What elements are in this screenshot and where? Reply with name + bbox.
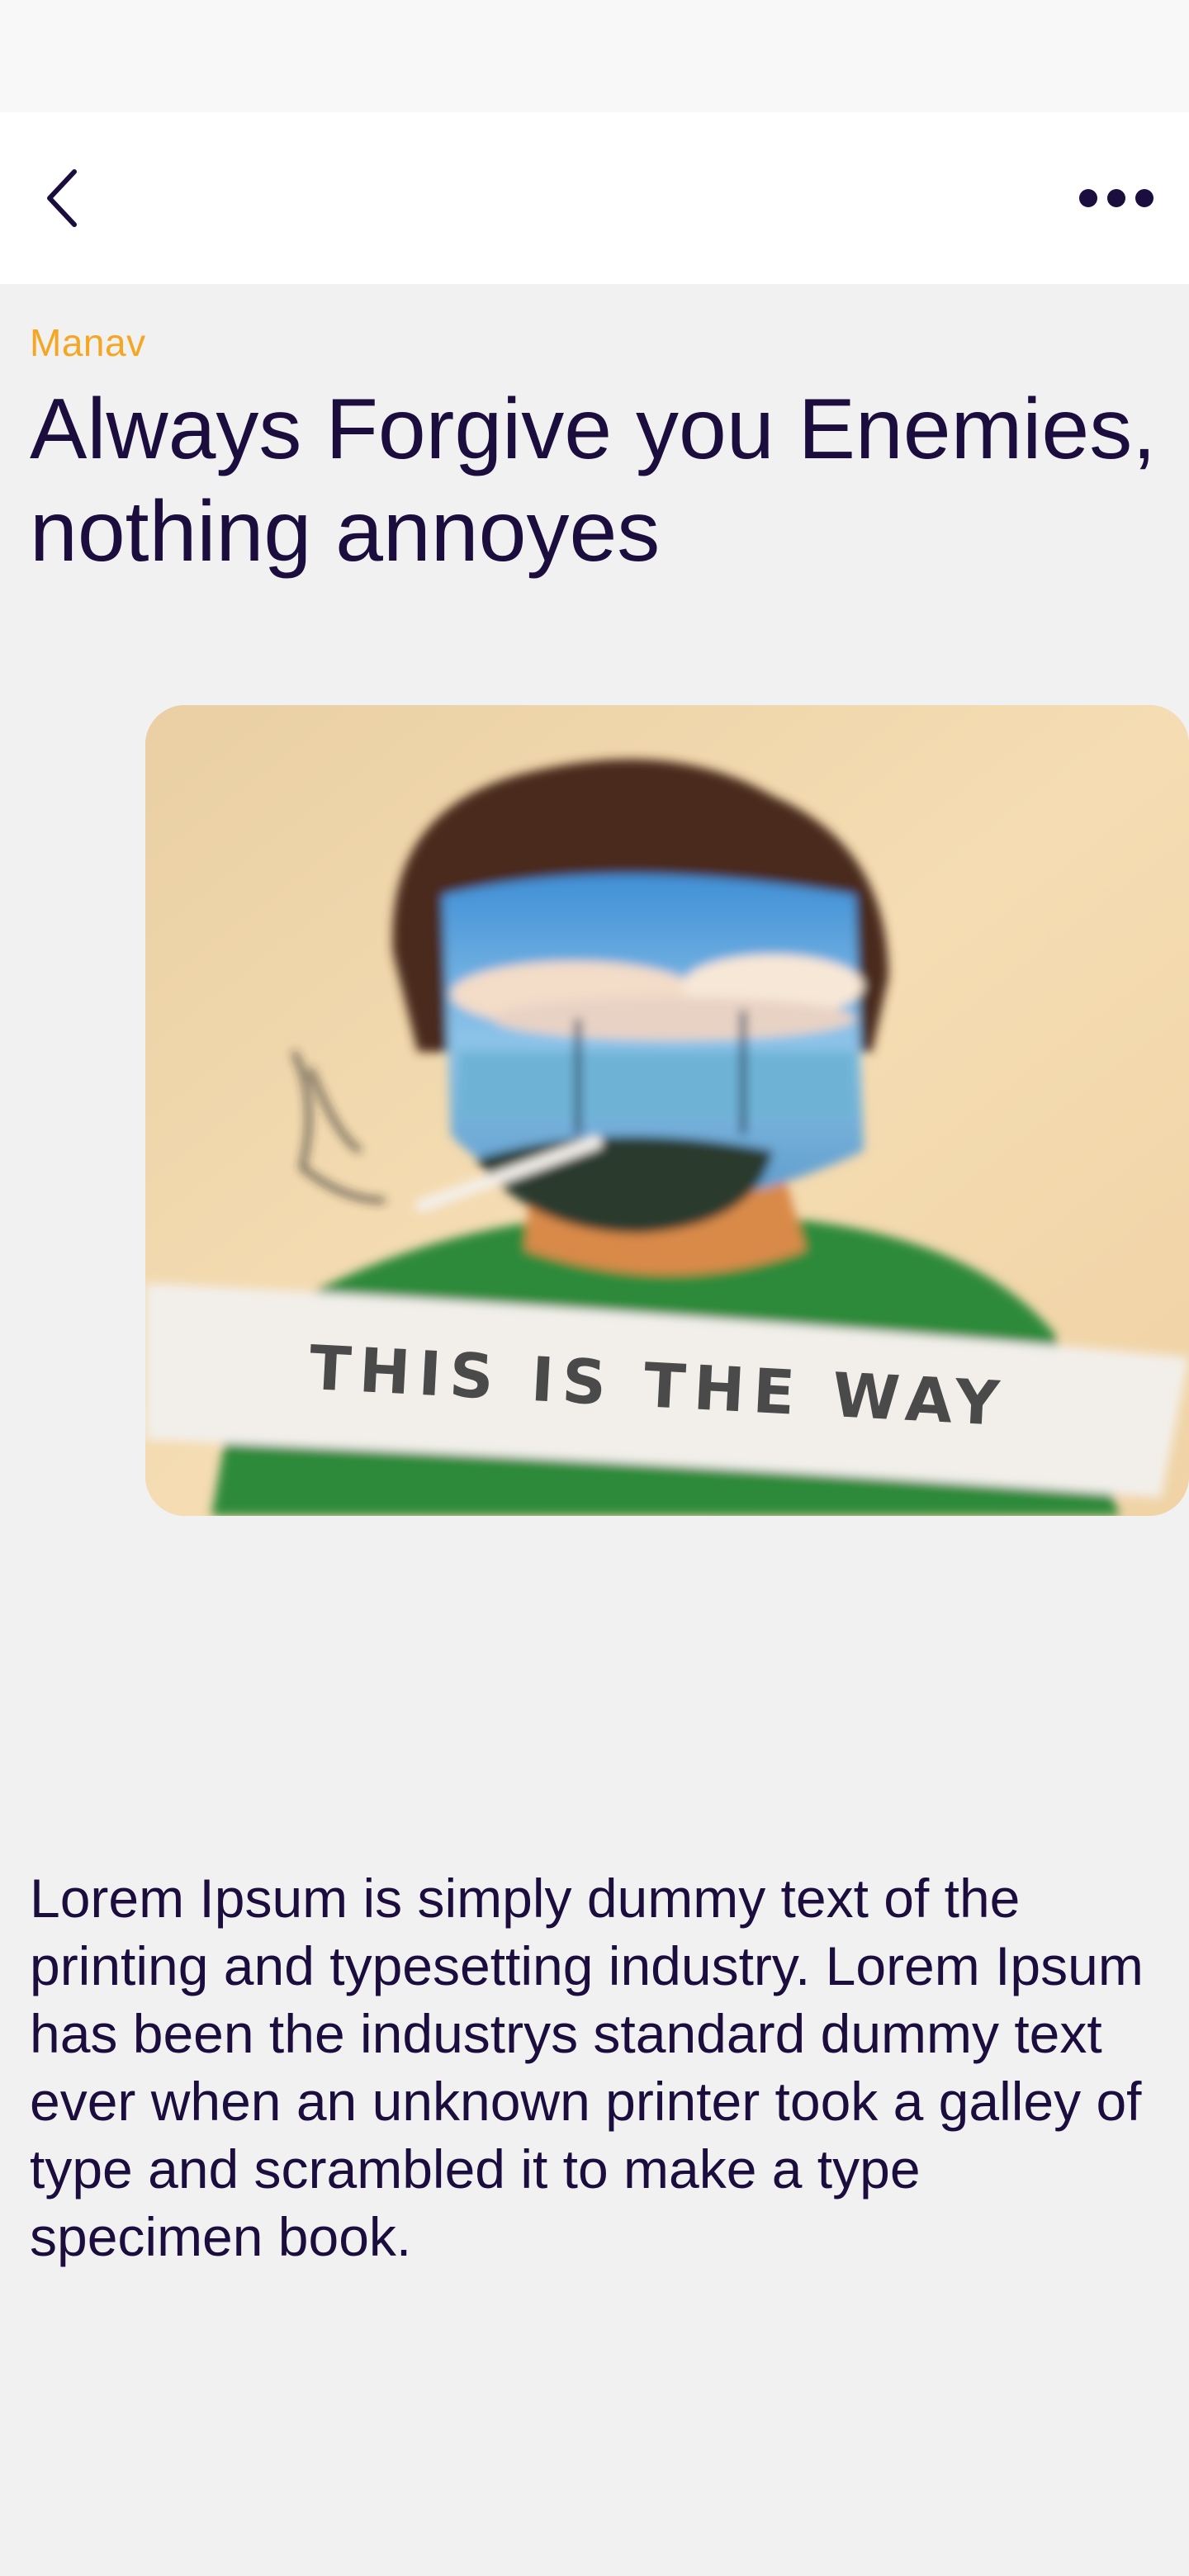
status-bar <box>0 0 1189 112</box>
article-title: Always Forgive you Enemies, nothing anno… <box>30 381 1157 580</box>
app-bar <box>0 112 1189 284</box>
article-body: Lorem Ipsum is simply dummy text of the … <box>30 1868 1144 2267</box>
more-horizontal-icon <box>1079 189 1153 207</box>
author-name[interactable]: Manav <box>30 320 146 365</box>
chevron-left-icon <box>47 169 77 227</box>
back-button[interactable] <box>23 159 102 238</box>
article-image[interactable]: THIS IS THE WAY <box>145 705 1189 1516</box>
more-options-button[interactable] <box>1063 159 1169 238</box>
